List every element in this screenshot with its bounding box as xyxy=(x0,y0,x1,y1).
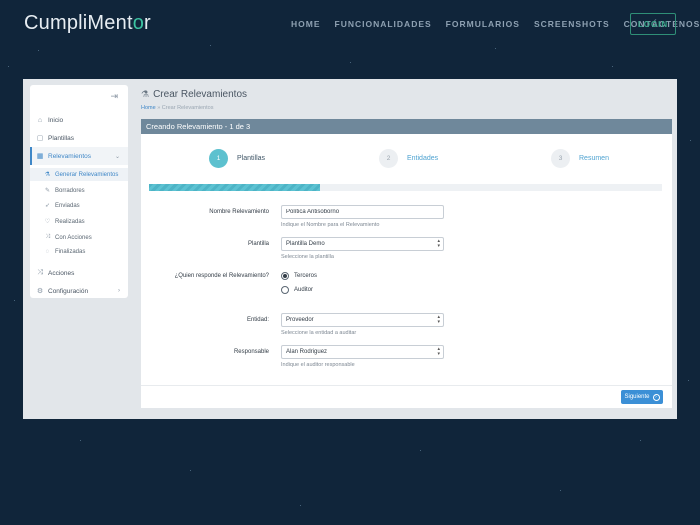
plantilla-help: Seleccione la plantilla xyxy=(281,254,334,260)
nav-funcionalidades[interactable]: FUNCIONALIDADES xyxy=(335,19,432,29)
sidebar-item-plantillas[interactable]: ▢ Plantillas xyxy=(36,134,75,143)
radio-auditor[interactable]: Auditor xyxy=(281,286,313,294)
progress-bar xyxy=(149,184,662,191)
submenu-item-label: Generar Relevamientos xyxy=(55,171,119,178)
sidebar-item-label: Plantillas xyxy=(48,134,75,142)
radio-checked-icon xyxy=(281,272,289,280)
page-title: ⚗ Crear Relevamientos xyxy=(141,89,247,100)
sidebar-item-relevamientos[interactable]: ▦ Relevamientos xyxy=(36,152,91,161)
submenu-item-realizadas[interactable]: ♡ Realizadas xyxy=(44,218,85,226)
footer-divider xyxy=(141,385,672,386)
flask-icon: ⚗ xyxy=(141,89,150,99)
step-label: Resumen xyxy=(579,155,609,162)
nombre-relevamiento-input[interactable] xyxy=(281,205,444,219)
submenu-item-label: Finalizadas xyxy=(55,249,86,255)
responsable-label: Responsable xyxy=(233,349,269,355)
brand-logo-accent: o xyxy=(132,12,145,34)
sidebar-item-configuracion[interactable]: ⚙ Configuración xyxy=(36,287,89,296)
plantilla-select-value: Plantilla Demo xyxy=(286,241,325,247)
check-circle-icon: ◌ xyxy=(45,249,50,255)
siguiente-button[interactable]: Siguiente › xyxy=(621,390,663,404)
step-label: Entidades xyxy=(407,155,439,162)
radio-label: Terceros xyxy=(294,273,318,279)
page-title-text: Crear Relevamientos xyxy=(153,89,248,100)
nombre-help: Indique el Nombre para el Relevamiento xyxy=(281,222,380,228)
sidebar-item-label: Acciones xyxy=(48,269,75,277)
step-entidades[interactable]: 2 Entidades xyxy=(379,149,438,168)
submenu-item-enviadas[interactable]: ➶ Enviadas xyxy=(44,202,80,210)
step-resumen[interactable]: 3 Resumen xyxy=(551,149,609,168)
send-icon: ➶ xyxy=(44,203,51,209)
sidebar-item-acciones[interactable]: ⤨ Acciones xyxy=(36,269,74,277)
select-arrows-icon: ▴ ▾ xyxy=(437,314,440,325)
panel-header: Creando Relevamiento - 1 de 3 xyxy=(141,119,672,134)
step-number: 1 xyxy=(209,149,228,168)
sidebar-item-label: Inicio xyxy=(48,116,64,124)
radio-terceros[interactable]: Terceros xyxy=(281,272,317,280)
nav-home[interactable]: HOME xyxy=(291,19,321,29)
arrow-right-circle-icon: › xyxy=(652,393,660,401)
chevron-right-icon[interactable]: › xyxy=(118,288,120,294)
responde-label: ¿Quien responde el Relevamiento? xyxy=(174,273,269,279)
breadcrumb-separator: » xyxy=(157,105,161,111)
select-arrows-icon: ▴ ▾ xyxy=(437,238,440,249)
step-number: 3 xyxy=(551,149,570,168)
brand-logo-text-end: r xyxy=(144,12,151,34)
shuffle-icon: ⤨ xyxy=(45,234,50,240)
home-icon: ⌂ xyxy=(37,116,43,124)
sidebar: ⇥ ⌂ Inicio ▢ Plantillas ▦ Relevamientos … xyxy=(30,85,128,298)
submenu-item-label: Realizadas xyxy=(55,218,85,225)
breadcrumb-current: Crear Relevamientos xyxy=(161,105,214,111)
sidebar-item-inicio[interactable]: ⌂ Inicio xyxy=(36,116,63,124)
submenu-item-finalizadas[interactable]: ◌ Finalizadas xyxy=(44,249,86,255)
submenu-item-label: Enviadas xyxy=(55,202,80,209)
progress-bar-fill xyxy=(149,184,320,191)
gear-icon: ⚙ xyxy=(36,288,44,295)
shuffle-icon: ⤨ xyxy=(37,269,43,276)
step-plantillas[interactable]: 1 Plantillas xyxy=(209,149,265,168)
entidad-select[interactable]: Proveedor ▴ ▾ xyxy=(281,313,444,327)
sidebar-item-label: Relevamientos xyxy=(48,152,91,160)
breadcrumb: Home » Crear Relevamientos xyxy=(141,105,213,111)
radio-unchecked-icon xyxy=(281,286,289,294)
plantilla-select[interactable]: Plantilla Demo ▴ ▾ xyxy=(281,237,444,251)
breadcrumb-home-link[interactable]: Home xyxy=(141,105,156,111)
submenu-item-generar[interactable]: ⚗ Generar Relevamientos xyxy=(44,171,119,179)
responsable-help: Indique el auditor responsable xyxy=(281,362,355,368)
nav-formularios[interactable]: FORMULARIOS xyxy=(446,19,520,29)
submenu-item-label: Borradores xyxy=(55,187,85,194)
brand-logo-text: CumpliMent xyxy=(24,12,133,34)
entidad-label: Entidad: xyxy=(246,317,269,323)
login-button[interactable]: LOGIN xyxy=(630,13,676,35)
step-number: 2 xyxy=(379,149,398,168)
nav-screenshots[interactable]: SCREENSHOTS xyxy=(534,19,610,29)
brand-logo[interactable]: CumpliMentor xyxy=(24,12,151,35)
entidad-select-value: Proveedor xyxy=(286,317,314,323)
sidebar-item-label: Configuración xyxy=(48,287,89,295)
responsable-select[interactable]: Alan Rodriguez ▴ ▾ xyxy=(281,345,444,359)
chevron-down-icon[interactable]: ⌄ xyxy=(115,153,120,160)
responsable-select-value: Alan Rodriguez xyxy=(286,349,328,355)
sidebar-collapse-icon[interactable]: ⇥ xyxy=(110,91,118,102)
box-icon: ▢ xyxy=(36,135,44,142)
nombre-label: Nombre Relevamiento xyxy=(209,209,269,215)
app-window: ⇥ ⌂ Inicio ▢ Plantillas ▦ Relevamientos … xyxy=(23,79,677,419)
plantilla-label: Plantilla xyxy=(247,241,269,247)
edit-icon: ✎ xyxy=(44,188,51,194)
grid-icon: ▦ xyxy=(36,153,44,160)
entidad-help: Seleccione la entidad a auditar xyxy=(281,330,357,336)
bulb-icon: ♡ xyxy=(44,219,51,225)
wizard-panel: Creando Relevamiento - 1 de 3 1 Plantill… xyxy=(141,119,672,408)
submenu-item-con-acciones[interactable]: ⤨ Con Acciones xyxy=(44,234,92,241)
step-label: Plantillas xyxy=(237,155,266,162)
radio-label: Auditor xyxy=(294,287,314,293)
select-arrows-icon: ▴ ▾ xyxy=(437,346,440,357)
submenu-item-label: Con Acciones xyxy=(55,234,92,241)
submenu-item-borradores[interactable]: ✎ Borradores xyxy=(44,187,85,195)
flask-icon: ⚗ xyxy=(44,172,51,178)
siguiente-button-label: Siguiente xyxy=(624,394,650,400)
